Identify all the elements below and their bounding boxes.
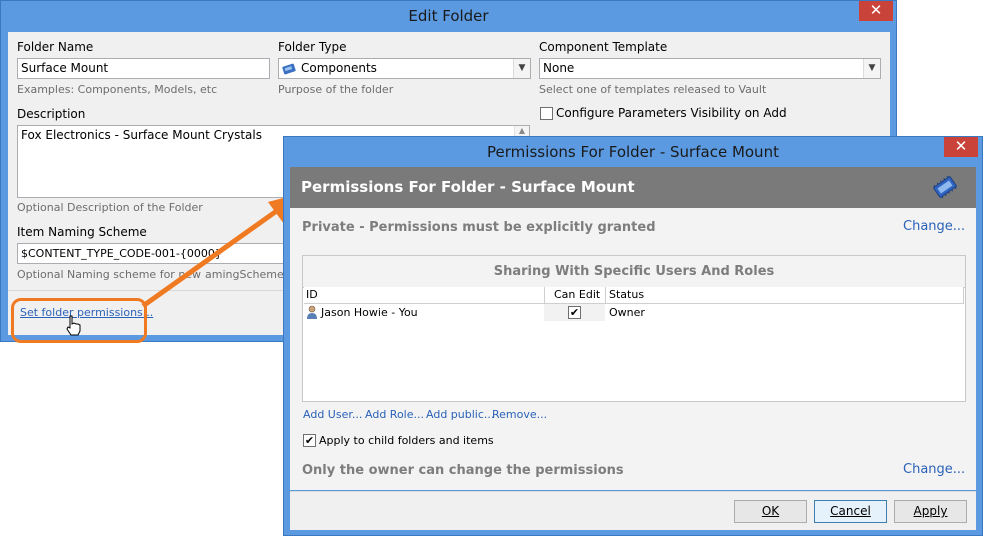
add-role-link[interactable]: Add Role...	[365, 408, 424, 421]
ok-button[interactable]: OK	[734, 500, 807, 523]
private-status-text: Private - Permissions must be explicitly…	[302, 220, 656, 235]
sharing-panel: Sharing With Specific Users And Roles ID…	[302, 255, 966, 402]
apply-child-checkbox[interactable]: ✔	[303, 434, 316, 447]
row-status: Owner	[609, 306, 645, 319]
change-owner-link[interactable]: Change...	[903, 462, 965, 477]
ok-button-label: OK	[761, 504, 780, 518]
column-can-edit[interactable]: Can Edit	[554, 288, 600, 301]
can-edit-checkbox[interactable]: ✔	[568, 306, 581, 319]
change-privacy-link[interactable]: Change...	[903, 219, 965, 234]
cancel-button-label: Cancel	[830, 504, 871, 518]
column-separator	[963, 287, 964, 303]
table-header: ID Can Edit Status	[304, 287, 964, 304]
remove-link[interactable]: Remove...	[492, 408, 547, 421]
permissions-window-title: Permissions For Folder - Surface Mount	[487, 143, 779, 161]
cancel-button[interactable]: Cancel	[814, 500, 887, 523]
apply-button-label: Apply	[913, 504, 948, 518]
user-icon	[306, 305, 318, 319]
permissions-client: Permissions For Folder - Surface Mount P…	[290, 167, 976, 490]
permissions-window: Permissions For Folder - Surface Mount ✕…	[283, 136, 983, 536]
vault-chip-icon	[930, 172, 960, 202]
column-status[interactable]: Status	[609, 288, 644, 301]
close-icon[interactable]: ✕	[944, 137, 978, 157]
table-row[interactable]: Jason Howie - You ✔ Owner	[304, 304, 964, 321]
permissions-header: Permissions For Folder - Surface Mount	[290, 167, 976, 208]
add-public-link[interactable]: Add public...	[426, 408, 494, 421]
permissions-header-title: Permissions For Folder - Surface Mount	[301, 178, 635, 196]
permissions-footer: OK Cancel Apply	[290, 491, 976, 530]
apply-child-label: Apply to child folders and items	[319, 434, 494, 447]
apply-button[interactable]: Apply	[894, 500, 967, 523]
sharing-title: Sharing With Specific Users And Roles	[303, 256, 965, 288]
owner-note: Only the owner can change the permission…	[302, 463, 624, 478]
row-user-id: Jason Howie - You	[321, 306, 418, 319]
column-separator	[605, 287, 606, 303]
column-id[interactable]: ID	[306, 288, 318, 301]
add-user-link[interactable]: Add User...	[303, 408, 362, 421]
column-separator	[544, 287, 545, 303]
